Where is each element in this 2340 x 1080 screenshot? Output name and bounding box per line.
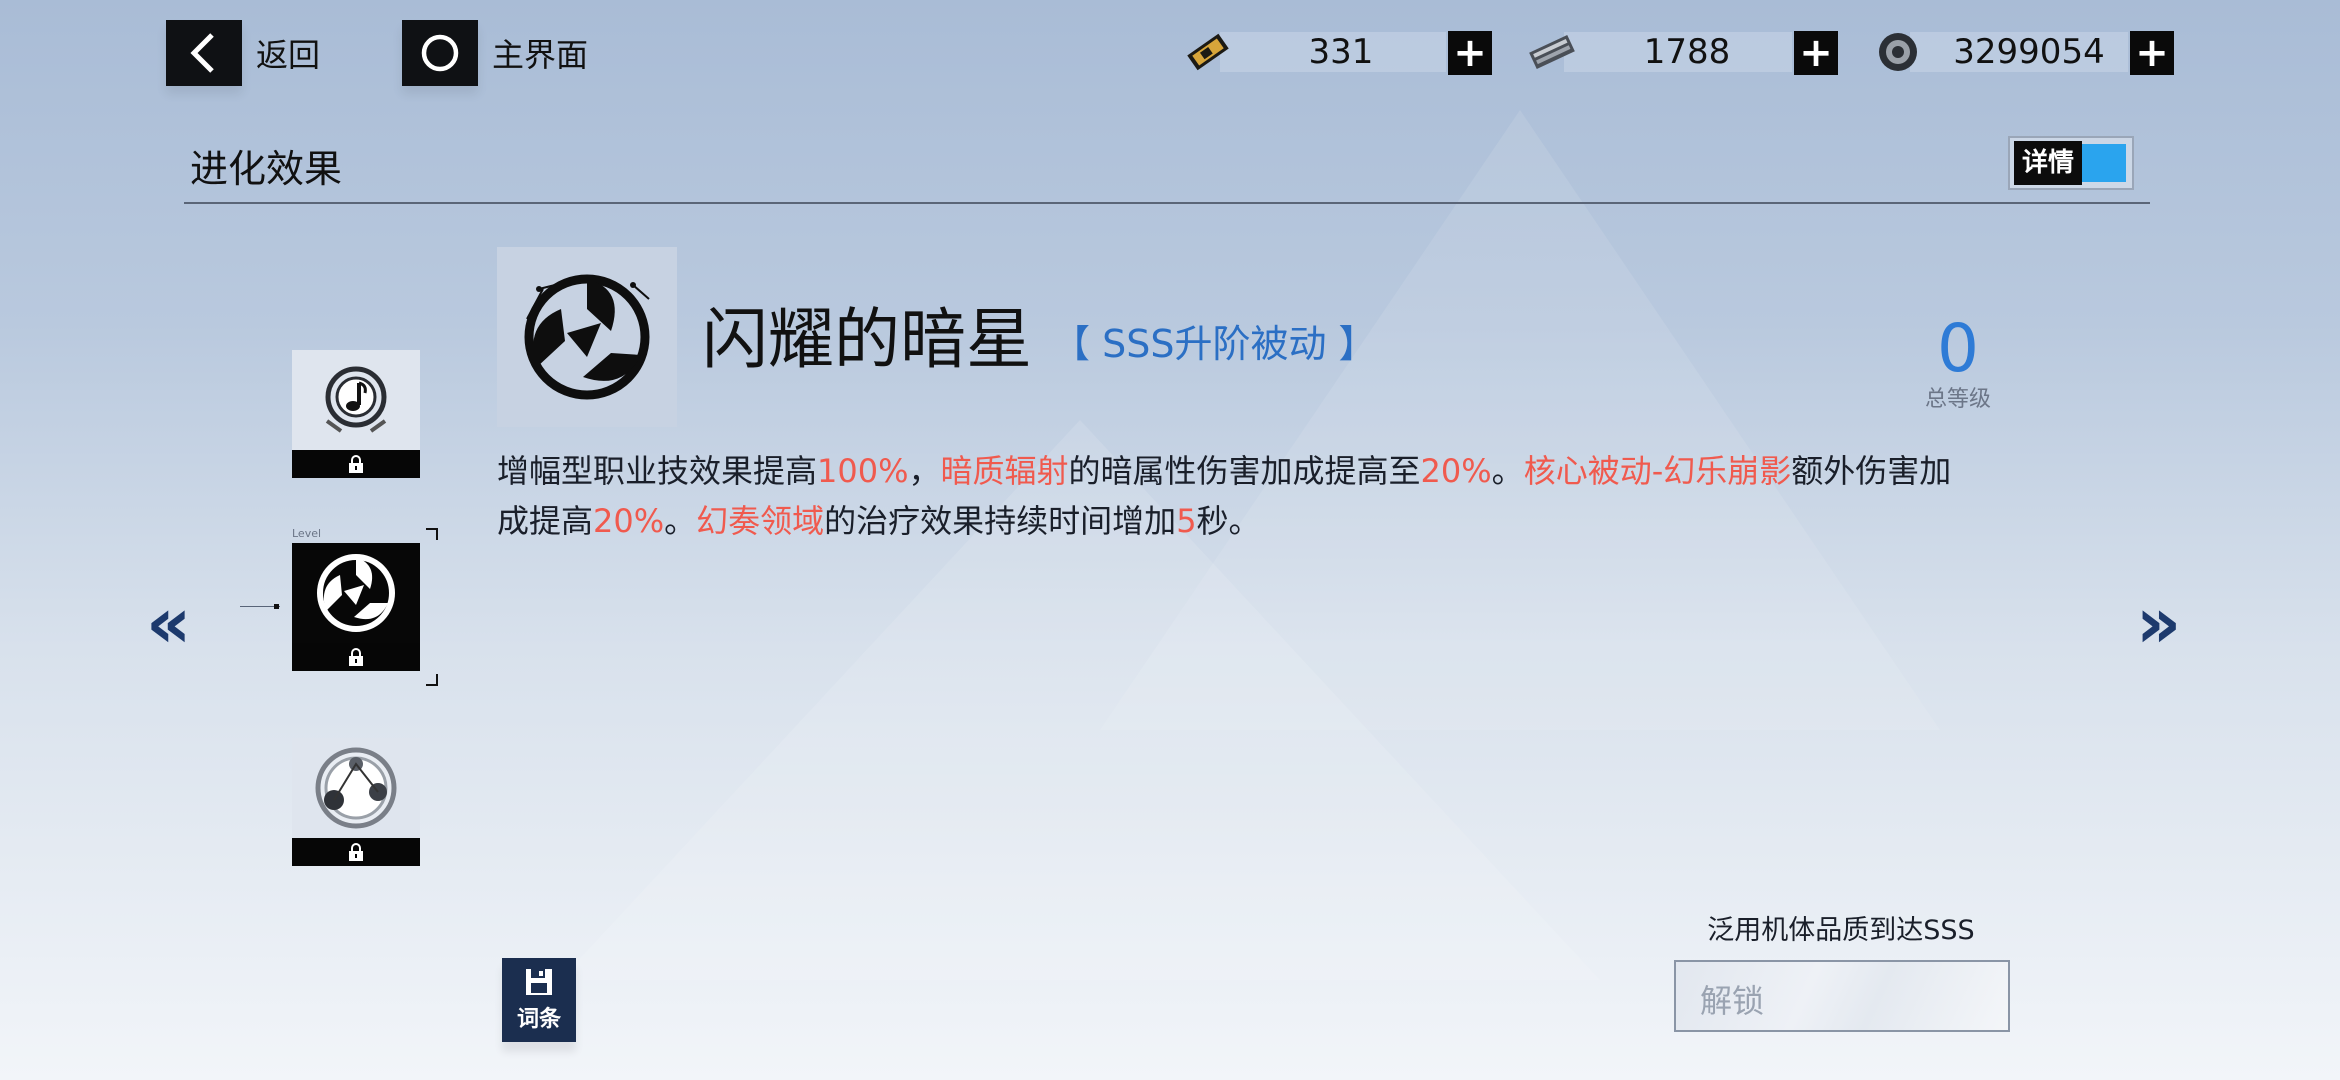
selection-bracket — [426, 674, 438, 686]
desc-highlight: 5 — [1176, 502, 1197, 540]
level-tag: Level — [292, 527, 322, 540]
save-disk-icon — [526, 969, 552, 995]
home-button[interactable]: 主界面 — [402, 20, 588, 86]
total-level-label: 总等级 — [1924, 387, 1991, 412]
resource-gold-ticket: 331 + — [1180, 26, 1492, 78]
total-level-value: 0 — [1937, 310, 1979, 387]
connector-dot — [274, 604, 279, 609]
unlock-label: 解锁 — [1700, 982, 1765, 1020]
back-label: 返回 — [256, 36, 321, 74]
desc-highlight: 20% — [593, 502, 665, 540]
desc-text: ， — [908, 452, 941, 490]
skill-emblem — [497, 247, 677, 427]
home-label: 主界面 — [492, 36, 589, 74]
page-title: 进化效果 — [190, 147, 343, 191]
resource-value: 1788 — [1643, 32, 1731, 72]
word-entry-button[interactable]: 词条 — [502, 958, 576, 1042]
lock-icon — [292, 450, 420, 478]
word-entry-label: 词条 — [516, 1007, 561, 1032]
desc-highlight: 核心被动-幻乐崩影 — [1523, 452, 1792, 490]
dark-star-emblem-icon — [292, 543, 420, 643]
detail-toggle[interactable]: 详情 — [2008, 136, 2134, 190]
lock-icon — [292, 838, 420, 866]
add-gear-coin-button[interactable]: + — [2130, 31, 2174, 75]
selection-bracket — [426, 528, 438, 540]
next-page-button[interactable]: » — [2136, 582, 2181, 664]
skill-name: 闪耀的暗星 — [702, 301, 1032, 378]
skill-description: 增幅型职业技效果提高100%，暗质辐射的暗属性伤害加成提高至20%。核心被动-幻… — [497, 446, 1977, 546]
resource-metal-plate: 1788 + — [1524, 26, 1838, 78]
skill-type: 【 SSS升阶被动 】 — [1052, 322, 1377, 366]
unlock-requirement: 泛用机体品质到达SSS — [1707, 915, 1975, 946]
detail-switch — [2082, 144, 2127, 182]
desc-text: 的暗属性伤害加成提高至 — [1068, 452, 1421, 490]
skill-list-item-selected[interactable] — [292, 543, 420, 671]
resource-value: 331 — [1308, 32, 1374, 72]
desc-text: 。 — [664, 502, 697, 540]
desc-highlight: 幻奏领域 — [696, 502, 825, 540]
gold-ticket-icon — [1180, 26, 1236, 78]
header-divider — [184, 202, 2150, 204]
desc-text: 的治疗效果持续时间增加 — [824, 502, 1177, 540]
add-gold-ticket-button[interactable]: + — [1448, 31, 1492, 75]
desc-text: 。 — [1491, 452, 1524, 490]
desc-text: 秒。 — [1196, 502, 1261, 540]
metal-plate-icon — [1524, 26, 1580, 78]
prev-page-button[interactable]: « — [146, 582, 191, 664]
desc-highlight: 暗质辐射 — [940, 452, 1069, 490]
skill-list-item[interactable] — [292, 738, 420, 866]
orbit-nodes-emblem-icon — [292, 738, 420, 838]
skill-list-item[interactable] — [292, 350, 420, 478]
desc-highlight: 100% — [817, 452, 909, 490]
dark-star-emblem-icon — [524, 274, 650, 400]
gear-coin-icon — [1870, 26, 1926, 78]
resource-gear-coin: 3299054 + — [1870, 26, 2174, 78]
resource-value: 3299054 — [1953, 32, 2105, 72]
desc-text: 增幅型职业技效果提高 — [497, 452, 818, 490]
back-button[interactable]: 返回 — [166, 20, 320, 86]
unlock-button[interactable]: 解锁 — [1674, 960, 2010, 1032]
music-note-emblem-icon — [292, 350, 420, 450]
chevron-left-icon — [166, 20, 242, 86]
detail-label: 详情 — [2014, 141, 2083, 185]
circle-home-icon — [402, 20, 478, 86]
desc-highlight: 20% — [1420, 452, 1492, 490]
lock-icon — [292, 643, 420, 671]
add-metal-plate-button[interactable]: + — [1794, 31, 1838, 75]
